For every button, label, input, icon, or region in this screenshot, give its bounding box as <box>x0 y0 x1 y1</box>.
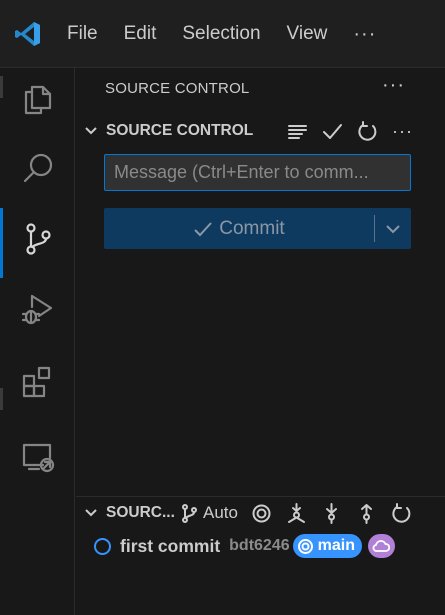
chevron-down-icon <box>386 224 400 233</box>
commit-dropdown-button[interactable] <box>375 208 411 249</box>
activity-bar <box>0 68 75 615</box>
commit-check-button[interactable] <box>315 116 350 146</box>
cloud-icon <box>373 540 391 552</box>
refresh-icon <box>392 502 411 523</box>
repo-section-header[interactable]: SOURCE CONTROL ··· <box>76 116 445 146</box>
graph-auto-label: Auto <box>203 503 238 522</box>
branch-badge[interactable]: main <box>292 534 362 558</box>
remote-badge[interactable] <box>367 534 395 558</box>
activity-source-control[interactable] <box>0 204 75 278</box>
edge-mark <box>0 388 3 410</box>
source-control-icon <box>182 503 197 523</box>
files-icon <box>24 85 51 115</box>
source-control-sidebar: SOURCE CONTROL ··· SOURCE CONTROL ··· Co… <box>76 68 445 615</box>
activity-remote-explorer[interactable] <box>0 422 75 492</box>
pull-button[interactable] <box>314 498 349 528</box>
commit-node-icon <box>94 537 111 555</box>
view-as-tree-icon <box>288 124 307 139</box>
activity-explorer[interactable] <box>0 64 75 134</box>
commit-author: bdt6246 <box>229 537 290 554</box>
view-as-tree-button[interactable] <box>280 116 315 146</box>
chevron-down-icon <box>85 127 97 135</box>
activity-extensions[interactable] <box>0 348 75 418</box>
menu-edit[interactable]: Edit <box>111 0 170 68</box>
menu-selection[interactable]: Selection <box>169 0 273 68</box>
commit-message: first commit <box>120 535 221 556</box>
push-button[interactable] <box>349 498 384 528</box>
graph-section-label: SOURC... <box>106 504 175 521</box>
target-icon <box>297 538 313 554</box>
pane-title: SOURCE CONTROL <box>105 80 250 97</box>
fetch-icon <box>287 502 305 523</box>
graph-refresh-button[interactable] <box>384 498 419 528</box>
repo-section-label: SOURCE CONTROL <box>106 122 254 139</box>
commit-message-input[interactable] <box>104 154 411 191</box>
title-bar: File Edit Selection View ··· ‹ <box>0 0 445 68</box>
check-icon <box>194 221 213 236</box>
graph-commit-row[interactable]: first commit bdt6246 main <box>76 533 445 559</box>
push-icon <box>360 503 372 524</box>
menu-file[interactable]: File <box>54 0 111 68</box>
refresh-button[interactable] <box>350 116 385 146</box>
section-divider <box>76 496 445 497</box>
chevron-down-icon <box>85 509 97 517</box>
edge-mark <box>0 76 3 98</box>
commit-button[interactable]: Commit <box>104 208 374 249</box>
extensions-icon <box>22 366 50 398</box>
search-icon <box>23 153 52 183</box>
graph-auto-button[interactable]: Auto <box>179 498 244 528</box>
debug-icon <box>21 294 52 325</box>
more-icon: ··· <box>392 120 413 141</box>
branch-name: main <box>317 537 355 554</box>
refresh-icon <box>358 120 377 141</box>
repo-actions: ··· <box>280 116 420 146</box>
graph-section-header[interactable]: SOURC... Auto <box>76 498 445 528</box>
pull-icon <box>325 502 337 524</box>
check-icon <box>323 123 342 139</box>
remote-explorer-icon <box>22 443 54 473</box>
source-control-icon <box>25 223 51 255</box>
menu-view[interactable]: View <box>274 0 341 68</box>
commit-button-group: Commit <box>104 208 411 249</box>
vscode-logo-icon <box>15 22 40 46</box>
repo-more-button[interactable]: ··· <box>385 116 420 146</box>
activity-run-debug[interactable] <box>0 274 75 344</box>
go-to-current-button[interactable] <box>244 498 279 528</box>
graph-actions: Auto <box>179 498 419 528</box>
activity-search[interactable] <box>0 134 75 204</box>
commit-button-label: Commit <box>219 217 285 239</box>
menu-bar: File Edit Selection View ··· <box>54 0 389 68</box>
fetch-button[interactable] <box>279 498 314 528</box>
menu-more-icon[interactable]: ··· <box>340 0 389 68</box>
pane-more-icon[interactable]: ··· <box>382 74 405 97</box>
go-to-current-icon <box>252 504 271 522</box>
